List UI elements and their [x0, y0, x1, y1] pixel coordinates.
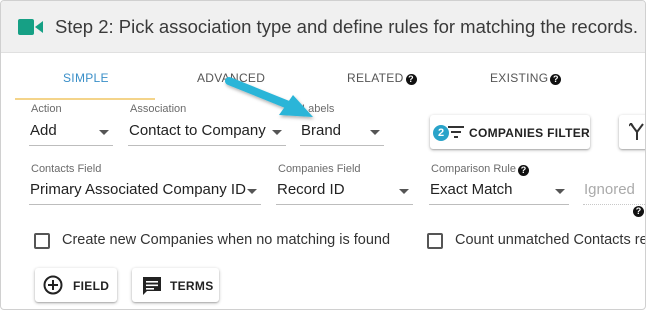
- action-select[interactable]: Add: [29, 120, 113, 146]
- contacts-field-value: Primary Associated Company ID: [30, 181, 246, 198]
- comparison-rule-label: Comparison Rule?: [431, 163, 529, 176]
- help-icon[interactable]: ?: [550, 74, 562, 85]
- filter-icon: [448, 126, 464, 138]
- help-icon[interactable]: ?: [633, 206, 644, 217]
- tab-existing[interactable]: EXISTING?: [490, 71, 562, 85]
- video-camera-icon: [18, 19, 43, 35]
- create-new-checkbox[interactable]: [34, 233, 50, 249]
- active-tab-indicator: [15, 98, 155, 100]
- help-icon[interactable]: ?: [405, 74, 417, 85]
- chevron-down-icon: [399, 189, 409, 194]
- add-circle-icon: [43, 275, 63, 295]
- chevron-down-icon: [99, 130, 109, 135]
- comment-icon: [143, 277, 161, 295]
- companies-filter-label: COMPANIES FILTER: [469, 126, 591, 140]
- chevron-down-icon: [555, 189, 565, 194]
- ignored-placeholder: Ignored: [584, 181, 635, 198]
- count-unmatched-label: Count unmatched Contacts re: [455, 232, 646, 248]
- filter-count-badge: 2: [433, 125, 449, 141]
- companies-field-select[interactable]: Record ID: [276, 179, 413, 205]
- step-header: Step 2: Pick association type and define…: [1, 1, 645, 53]
- terms-button-label: TERMS: [170, 279, 214, 293]
- annotation-arrow-icon: [225, 77, 313, 117]
- comparison-rule-select[interactable]: Exact Match: [429, 179, 569, 205]
- association-label: Association: [130, 103, 187, 115]
- action-label: Action: [31, 103, 62, 115]
- contacts-field-label: Contacts Field: [31, 163, 102, 175]
- app-window: Step 2: Pick association type and define…: [0, 0, 646, 310]
- terms-button[interactable]: TERMS: [132, 268, 219, 302]
- companies-filter-button[interactable]: 2 COMPANIES FILTER: [430, 115, 590, 149]
- merge-button[interactable]: [619, 115, 645, 149]
- tab-related[interactable]: RELATED?: [347, 71, 417, 85]
- companies-field-label: Companies Field: [278, 163, 361, 175]
- help-icon[interactable]: ?: [517, 165, 529, 176]
- contacts-field-select[interactable]: Primary Associated Company ID: [29, 179, 261, 205]
- comparison-rule-value: Exact Match: [430, 181, 513, 198]
- count-unmatched-checkbox[interactable]: [427, 233, 443, 249]
- step-title: Step 2: Pick association type and define…: [55, 16, 639, 37]
- action-value: Add: [30, 122, 57, 139]
- chevron-down-icon: [370, 130, 380, 135]
- create-new-label: Create new Companies when no matching is…: [62, 232, 391, 248]
- ignored-input[interactable]: Ignored: [583, 179, 645, 205]
- tab-simple[interactable]: SIMPLE: [63, 71, 109, 85]
- companies-field-value: Record ID: [277, 181, 345, 198]
- merge-icon: [629, 123, 644, 140]
- field-button-label: FIELD: [73, 279, 110, 293]
- add-field-button[interactable]: FIELD: [35, 268, 117, 302]
- chevron-down-icon: [247, 189, 257, 194]
